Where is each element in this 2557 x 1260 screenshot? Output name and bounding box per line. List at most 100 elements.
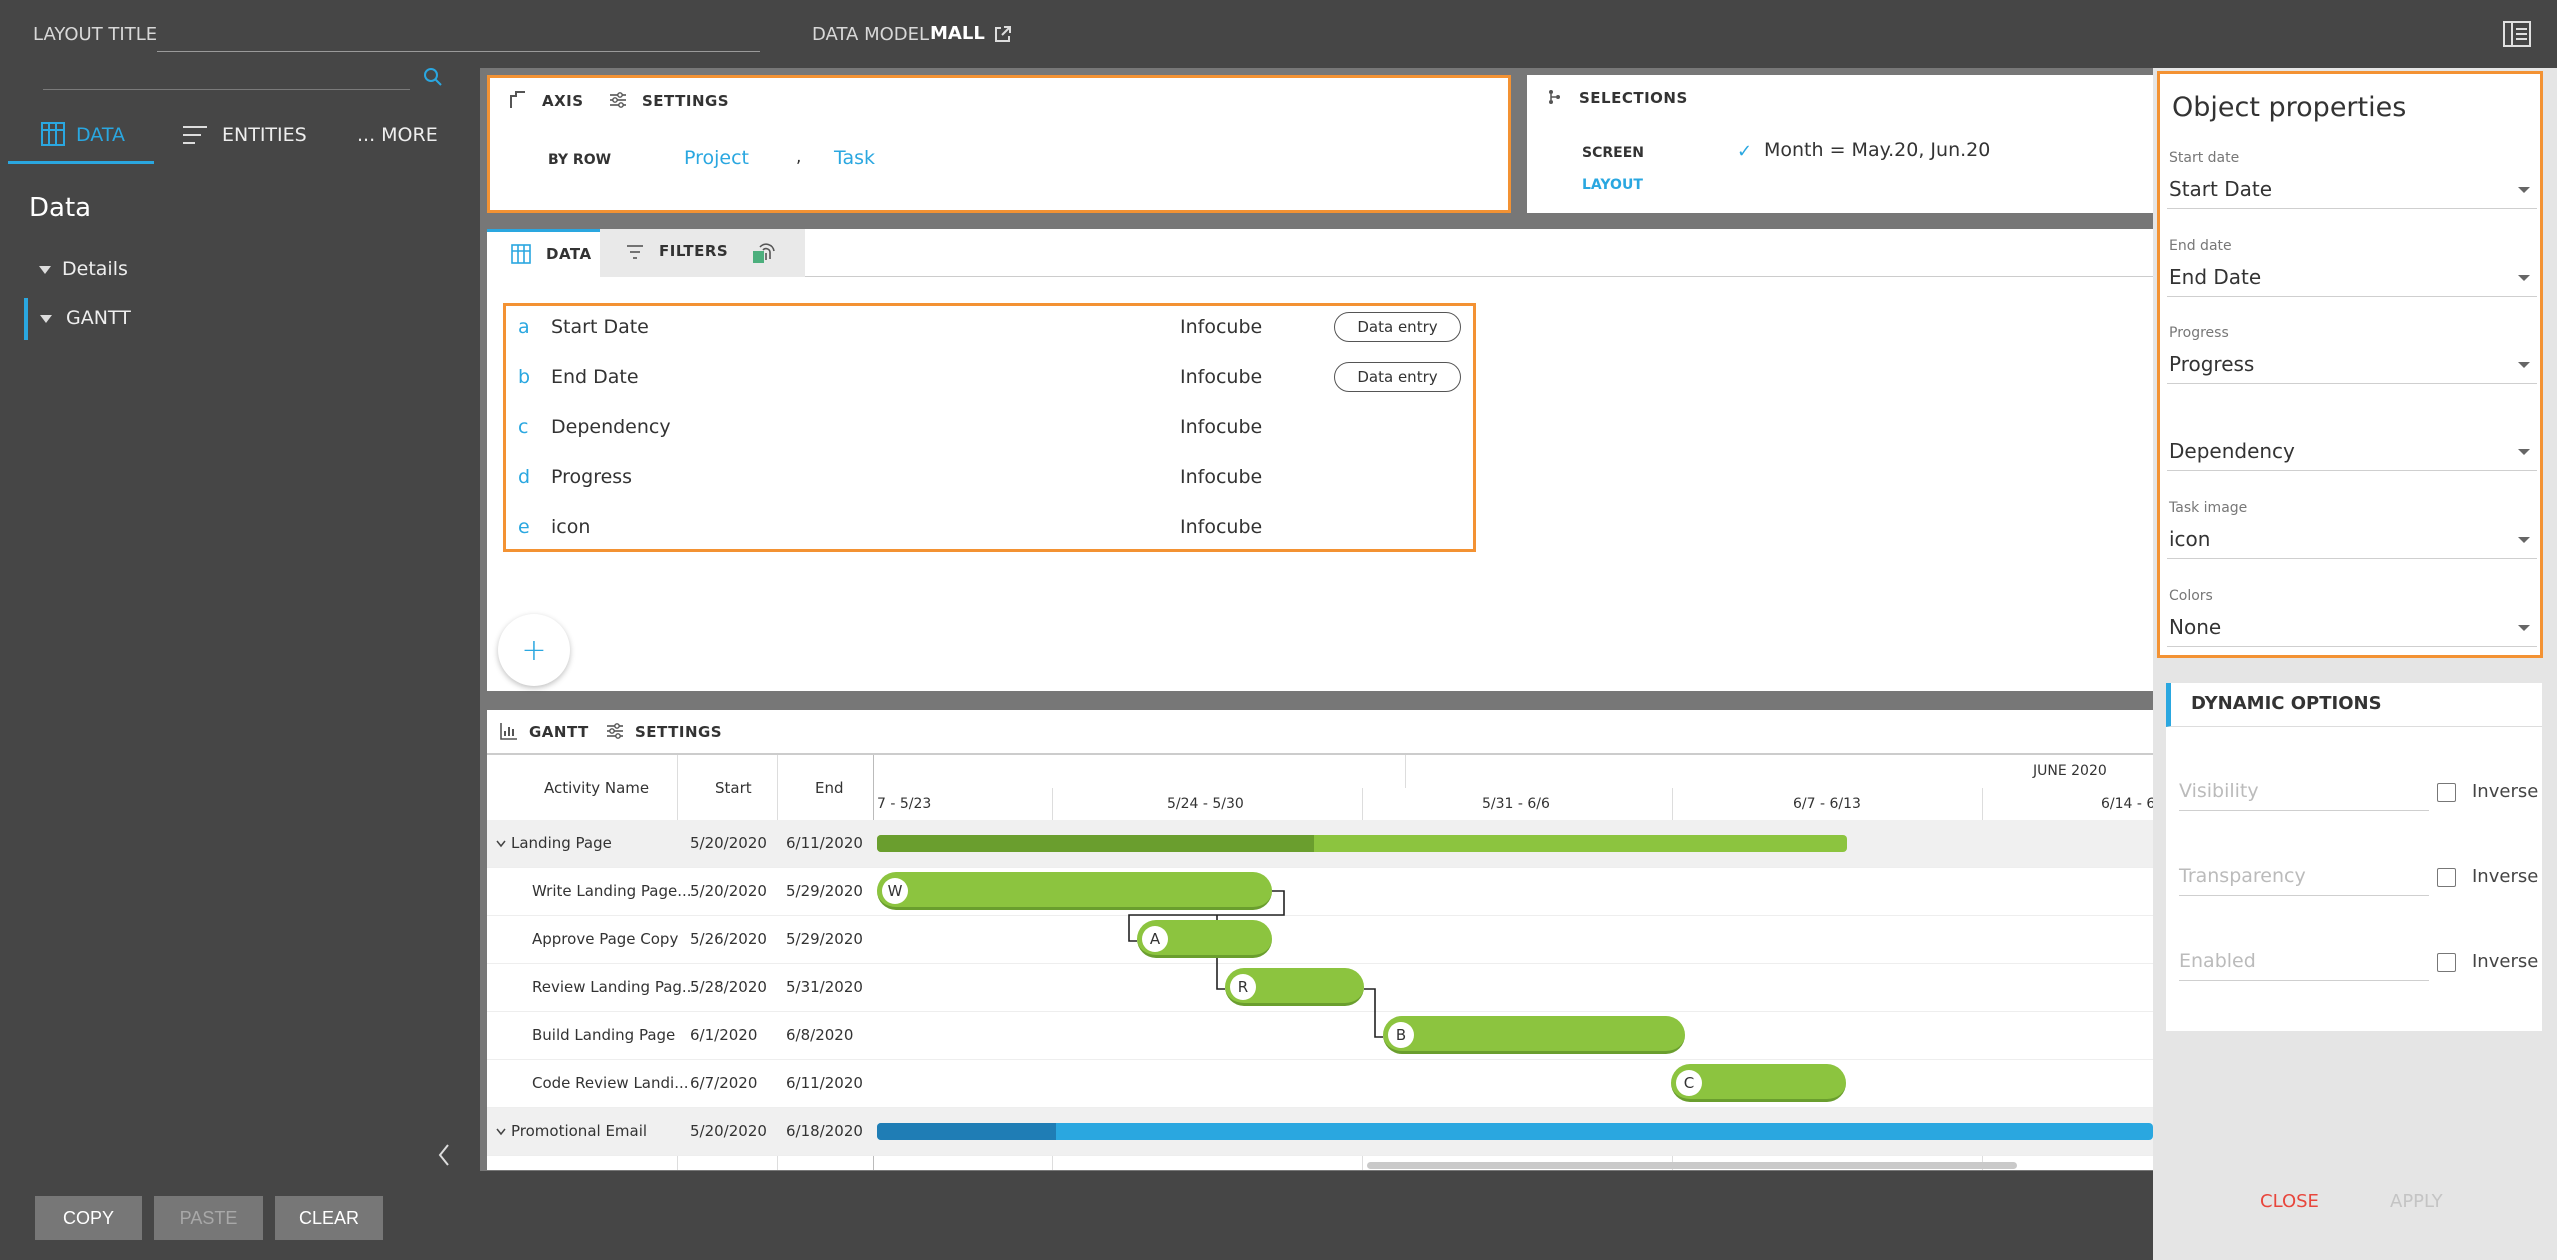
gantt-end-date: 5/29/2020 xyxy=(786,882,863,900)
clear-button[interactable]: CLEAR xyxy=(275,1196,383,1240)
panel-toggle-icon[interactable] xyxy=(2503,21,2531,47)
dropdown-caret-icon xyxy=(2518,362,2530,368)
data-row-letter: a xyxy=(518,316,530,338)
property-dropdown[interactable]: Colors None xyxy=(2167,588,2537,656)
property-dropdown[interactable]: End date End Date xyxy=(2167,238,2537,306)
object-properties-title: Object properties xyxy=(2172,92,2407,123)
inverse-checkbox[interactable] xyxy=(2437,953,2456,972)
add-button[interactable]: + xyxy=(498,614,570,686)
dynamic-options-title: DYNAMIC OPTIONS xyxy=(2191,693,2382,714)
property-value: Progress xyxy=(2169,352,2255,376)
dynamic-options-header: DYNAMIC OPTIONS xyxy=(2166,683,2542,727)
search-icon[interactable] xyxy=(423,67,443,87)
task-image-badge: R xyxy=(1230,974,1256,1000)
tree-item-gantt[interactable]: GANTT xyxy=(24,298,324,340)
data-row[interactable] xyxy=(506,308,1473,358)
layout-link[interactable]: LAYOUT xyxy=(1582,177,1643,193)
data-entry-button[interactable]: Data entry xyxy=(1334,362,1461,392)
data-row-name: Dependency xyxy=(551,416,671,438)
settings-sliders-icon xyxy=(608,90,628,110)
dynamic-option-input[interactable]: Transparency xyxy=(2179,865,2306,887)
data-grid-icon xyxy=(40,121,66,147)
tab-data[interactable]: DATA xyxy=(8,112,154,164)
dynamic-option-underline xyxy=(2179,895,2429,896)
data-model-value[interactable]: MALL xyxy=(930,23,985,44)
data-row-letter: b xyxy=(518,366,531,388)
caret-down-icon xyxy=(40,315,52,323)
apply-button[interactable]: APPLY xyxy=(2390,1191,2443,1212)
dropdown-caret-icon xyxy=(2518,449,2530,455)
task-image-badge: B xyxy=(1388,1022,1414,1048)
gantt-end-date: 5/31/2020 xyxy=(786,978,863,996)
selections-tree-icon xyxy=(1547,89,1563,105)
tab-filters[interactable]: FILTERS xyxy=(600,229,730,277)
data-row-source: Infocube xyxy=(1180,416,1263,438)
layout-title-input[interactable] xyxy=(157,18,760,52)
gantt-activity-name: Approve Page Copy xyxy=(532,930,679,948)
property-dropdown[interactable]: Task image icon xyxy=(2167,500,2537,568)
data-row-letter: c xyxy=(518,416,529,438)
data-row-name: Start Date xyxy=(551,316,649,338)
tab-data-section[interactable]: DATA xyxy=(487,229,600,277)
axis-icon xyxy=(508,90,528,110)
inverse-checkbox[interactable] xyxy=(2437,868,2456,887)
data-row[interactable] xyxy=(506,458,1473,508)
data-row[interactable] xyxy=(506,358,1473,408)
gantt-summary-progress xyxy=(877,1123,1056,1140)
inverse-label: Inverse xyxy=(2472,866,2539,887)
dynamic-option-input[interactable]: Visibility xyxy=(2179,780,2259,802)
tab-axis-settings[interactable]: SETTINGS xyxy=(642,92,729,110)
close-button[interactable]: CLOSE xyxy=(2260,1191,2319,1212)
data-row-name: End Date xyxy=(551,366,639,388)
gantt-summary-progress xyxy=(877,835,1314,852)
property-underline xyxy=(2167,383,2537,384)
dependency-arrow xyxy=(1364,988,1383,1038)
dropdown-caret-icon xyxy=(2518,537,2530,543)
copy-button[interactable]: COPY xyxy=(35,1196,142,1240)
data-entry-button[interactable]: Data entry xyxy=(1334,312,1461,342)
property-dropdown[interactable]: Progress Progress xyxy=(2167,325,2537,393)
property-label: End date xyxy=(2169,238,2232,254)
gantt-task-bar[interactable]: C xyxy=(1671,1064,1846,1102)
property-value: Dependency xyxy=(2169,439,2295,463)
gantt-activity-name: Landing Page xyxy=(511,834,612,852)
tree-item-details[interactable]: Details xyxy=(36,256,336,286)
row-item-project[interactable]: Project xyxy=(684,147,749,169)
gantt-start-date: 5/20/2020 xyxy=(690,882,767,900)
property-value: icon xyxy=(2169,527,2211,551)
gantt-task-bar[interactable]: B xyxy=(1383,1016,1685,1054)
collapse-chevron-icon[interactable] xyxy=(437,1143,451,1167)
dropdown-caret-icon xyxy=(2518,187,2530,193)
row-item-task[interactable]: Task xyxy=(834,147,875,169)
property-value: Start Date xyxy=(2169,177,2273,201)
gantt-activity-name: Promotional Email xyxy=(511,1122,648,1140)
paste-button[interactable]: PASTE xyxy=(154,1196,263,1240)
data-row-source: Infocube xyxy=(1180,366,1263,388)
dynamic-option-input[interactable]: Enabled xyxy=(2179,950,2256,972)
dynamic-option-underline xyxy=(2179,980,2429,981)
tab-more[interactable]: ... MORE xyxy=(357,124,438,146)
dropdown-caret-icon xyxy=(2518,275,2530,281)
screen-selection-value[interactable]: Month = May.20, Jun.20 xyxy=(1764,139,1990,161)
inverse-checkbox[interactable] xyxy=(2437,783,2456,802)
filter-lines-icon xyxy=(626,244,644,260)
gantt-summary-bar[interactable] xyxy=(877,835,1847,852)
dynamic-option-underline xyxy=(2179,810,2429,811)
gantt-task-bar[interactable]: A xyxy=(1137,920,1272,958)
tab-axis[interactable]: AXIS xyxy=(542,92,584,110)
row-separator: , xyxy=(796,147,802,167)
gantt-task-bar[interactable]: W xyxy=(877,872,1272,910)
property-dropdown[interactable]: Dependency xyxy=(2167,412,2537,480)
property-label: Progress xyxy=(2169,325,2229,341)
gantt-summary-bar[interactable] xyxy=(877,1123,2153,1140)
property-label: Start date xyxy=(2169,150,2240,166)
horizontal-scrollbar[interactable] xyxy=(1367,1162,2017,1169)
tab-entities[interactable]: ENTITIES xyxy=(180,112,330,164)
tab-scripts[interactable] xyxy=(730,229,805,277)
property-dropdown[interactable]: Start date Start Date xyxy=(2167,150,2537,218)
data-row[interactable] xyxy=(506,508,1473,558)
gantt-task-bar[interactable]: R xyxy=(1225,968,1364,1006)
external-link-icon[interactable] xyxy=(993,24,1013,44)
dropdown-caret-icon xyxy=(2518,625,2530,631)
search-input[interactable] xyxy=(43,62,410,90)
